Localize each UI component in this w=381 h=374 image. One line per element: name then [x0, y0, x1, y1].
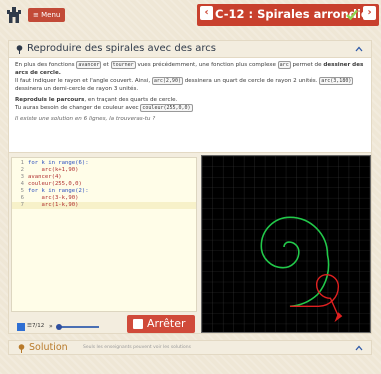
- chevron-left-icon[interactable]: ‹: [200, 6, 213, 20]
- paragraph-2: Reproduis le parcours, en traçant des qu…: [15, 96, 365, 112]
- code-keyword: tourner: [110, 61, 136, 69]
- text: Tu auras besoin de changer de couleur av…: [15, 105, 139, 111]
- code-text: arc(k+1,90): [28, 167, 79, 173]
- chevron-up-icon[interactable]: [355, 46, 363, 52]
- paragraph-1: En plus des fonctions avancer et tourner…: [15, 61, 365, 93]
- drawing-canvas: [201, 155, 371, 333]
- text: dessinera un quart de cercle de rayon 2 …: [184, 78, 318, 84]
- text: Reproduis le parcours: [15, 97, 85, 103]
- top-bar: ≡ Menu ‹ C-12 : Spirales arrondies ›: [0, 0, 381, 30]
- text: Il faut indiquer le rayon et l'angle cou…: [15, 78, 151, 84]
- text: permet de: [292, 62, 322, 68]
- code-keyword: couleur(255,0,0): [140, 104, 193, 112]
- code-line: 4 couleur(255,0,0): [12, 181, 82, 188]
- instructions-card: Reproduire des spirales avec des arcs En…: [8, 40, 372, 153]
- line-number: 3: [20, 174, 24, 180]
- line-number: 2: [20, 167, 24, 173]
- code-line: 1 for k in range(6):: [12, 160, 89, 167]
- slider-handle[interactable]: [56, 324, 62, 330]
- menu-label: Menu: [41, 11, 61, 19]
- text: , en traçant des quarts de cercle.: [84, 97, 178, 103]
- code-text: arc(3-k,90): [28, 195, 79, 201]
- speed-slider[interactable]: [59, 326, 99, 328]
- step-counter: ☰7/12: [27, 323, 44, 329]
- line-number: 7: [20, 202, 24, 208]
- line-number: 1: [20, 160, 24, 166]
- chevron-up-icon[interactable]: [355, 345, 363, 351]
- text: dessinera un demi-cercle de rayon 3 unit…: [15, 86, 139, 92]
- work-area: 1 for k in range(6): 2 arc(k+1,90) 3 avanc…: [8, 152, 372, 334]
- code-keyword: arc(3,180): [319, 77, 354, 85]
- code-text: avancer(4): [28, 174, 62, 180]
- code-text: for k in range(6):: [28, 160, 89, 166]
- play-icon[interactable]: [17, 323, 25, 331]
- fast-forward-icon[interactable]: »: [49, 323, 53, 330]
- code-line: 6 arc(3-k,90): [12, 195, 79, 202]
- pin-icon: [18, 344, 25, 353]
- code-line: 2 arc(k+1,90): [12, 167, 79, 174]
- pin-icon: [16, 45, 23, 54]
- menu-icon: ≡: [33, 11, 39, 19]
- text: et: [103, 62, 109, 68]
- solution-note: Seuls les enseignants peuvent voir les s…: [83, 345, 191, 350]
- card-body: En plus des fonctions avancer et tourner…: [9, 58, 371, 129]
- code-line: 3 avancer(4): [12, 174, 62, 181]
- code-keyword: arc: [277, 61, 291, 69]
- line-number: 6: [20, 195, 24, 201]
- card-header[interactable]: Reproduire des spirales avec des arcs: [9, 41, 371, 58]
- solution-title: Solution: [29, 342, 68, 353]
- code-line: 7 arc(1-k,90): [12, 202, 196, 209]
- text: vues précédemment, une fonction plus com…: [137, 62, 276, 68]
- code-text: for k in range(2):: [28, 188, 89, 194]
- castle-icon[interactable]: [6, 6, 22, 24]
- line-number: 4: [20, 181, 24, 187]
- line-number: 5: [20, 188, 24, 194]
- hint: Il existe une solution en 6 lignes, la t…: [15, 116, 156, 122]
- code-line: 5 for k in range(2):: [12, 188, 89, 195]
- stop-button[interactable]: Arrêter: [127, 315, 195, 333]
- menu-button[interactable]: ≡ Menu: [28, 8, 66, 22]
- code-keyword: avancer: [76, 61, 102, 69]
- solution-section[interactable]: Solution Seuls les enseignants peuvent v…: [8, 340, 372, 355]
- text: En plus des fonctions: [15, 62, 75, 68]
- chevron-right-icon[interactable]: ›: [363, 6, 376, 20]
- code-text: arc(1-k,90): [28, 202, 79, 208]
- card-title: Reproduire des spirales avec des arcs: [27, 43, 216, 54]
- stop-label: Arrêter: [147, 317, 186, 330]
- step-value: 7/12: [31, 323, 45, 329]
- code-editor[interactable]: 1 for k in range(6): 2 arc(k+1,90) 3 avanc…: [11, 157, 197, 312]
- stop-icon: [133, 319, 143, 329]
- check-icon: [346, 9, 358, 20]
- code-keyword: arc(2,90): [151, 77, 183, 85]
- code-text: couleur(255,0,0): [28, 181, 82, 187]
